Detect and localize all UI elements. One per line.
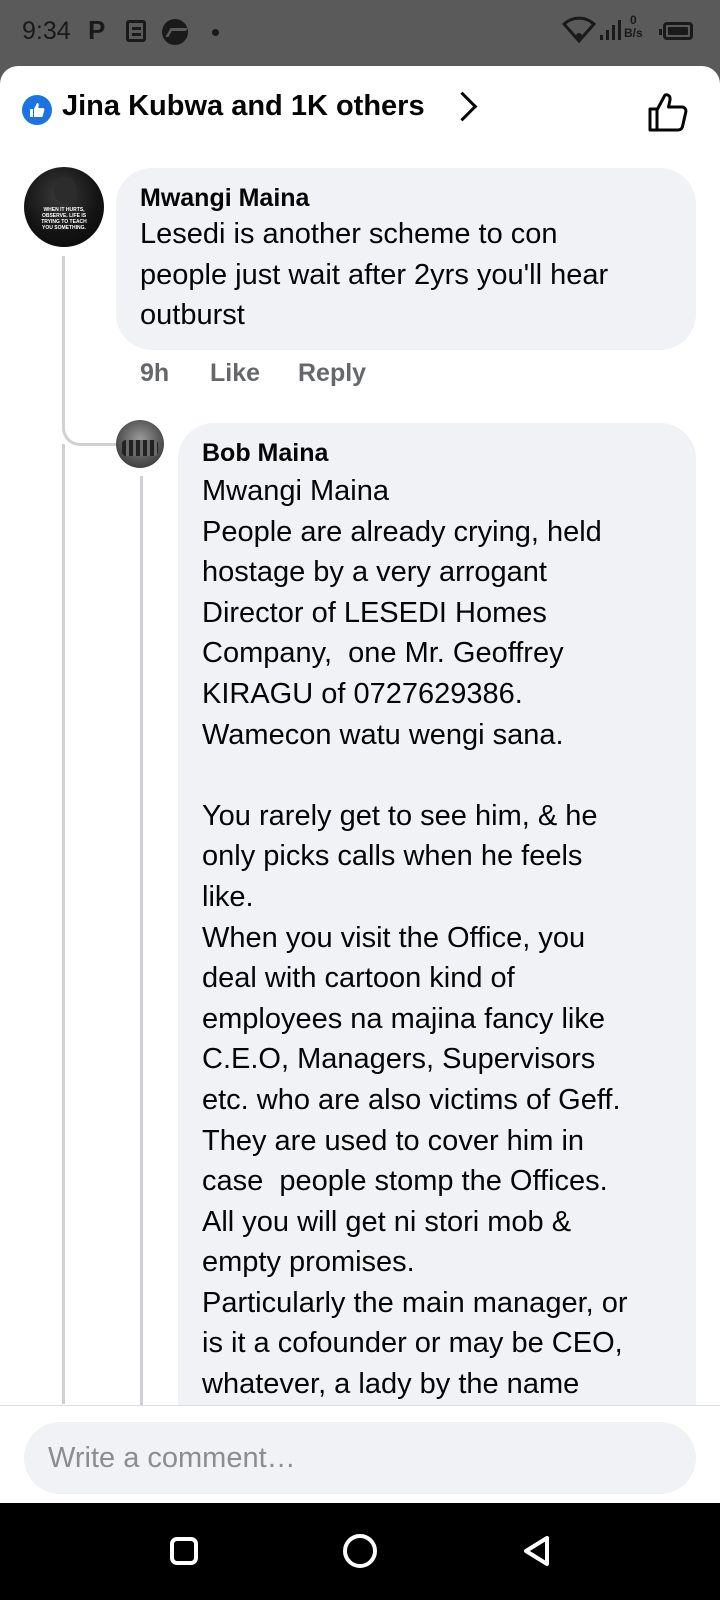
network-speed-value: 0 <box>630 13 637 27</box>
reply-connector <box>62 406 122 446</box>
reply-comment-button[interactable]: Reply <box>298 359 366 388</box>
more-notifications-dot-icon <box>212 29 219 36</box>
reactions-header[interactable]: Jina Kubwa and 1K others <box>0 66 720 158</box>
network-speed-unit: B/s <box>624 26 643 40</box>
news-icon <box>126 20 146 42</box>
messenger-icon <box>162 19 188 45</box>
thread-connector-continued <box>62 444 65 1404</box>
reply-bubble[interactable]: Bob Maina Mwangi Maina People are alread… <box>178 423 696 1503</box>
parking-app-icon: P <box>88 15 106 45</box>
like-comment-button[interactable]: Like <box>210 359 260 388</box>
back-button[interactable] <box>520 1534 552 1568</box>
avatar-bob-maina[interactable] <box>116 420 164 468</box>
write-comment-input[interactable] <box>24 1422 696 1494</box>
like-reaction-icon <box>22 95 52 125</box>
battery-icon <box>659 22 693 40</box>
signal-icon <box>600 20 621 40</box>
comment-bubble[interactable]: Mwangi Maina Lesedi is another scheme to… <box>116 168 696 350</box>
avatar-mwangi-maina[interactable]: WHEN IT HURTS, OBSERVE. LIFE IS TRYING T… <box>24 167 104 247</box>
network-speed: 0 B/s <box>624 14 643 40</box>
chevron-right-icon[interactable] <box>447 91 478 122</box>
reply-text: Mwangi Maina People are already crying, … <box>202 475 628 1401</box>
navigation-bar <box>0 1503 720 1600</box>
lion-image <box>54 177 76 203</box>
comment-text: Lesedi is another scheme to con people j… <box>140 218 609 332</box>
wifi-icon <box>562 16 596 43</box>
comment-composer <box>0 1405 720 1503</box>
reactions-summary[interactable]: Jina Kubwa and 1K others <box>62 90 425 123</box>
comments-sheet: Jina Kubwa and 1K others WHEN IT HURTS, … <box>0 66 720 1503</box>
status-bar: 9:34 P 0 B/s <box>0 0 720 66</box>
home-button[interactable] <box>343 1534 377 1568</box>
status-time: 9:34 <box>22 17 71 45</box>
thread-connector <box>62 256 65 408</box>
comment-author[interactable]: Mwangi Maina <box>140 184 309 213</box>
avatar-caption: WHEN IT HURTS, OBSERVE. LIFE IS TRYING T… <box>41 207 87 231</box>
reply-thread-connector <box>140 476 143 1406</box>
reply-author[interactable]: Bob Maina <box>202 439 328 468</box>
comment-timestamp[interactable]: 9h <box>140 359 169 388</box>
crowd-photo <box>122 440 158 456</box>
recent-apps-button[interactable] <box>170 1537 198 1565</box>
like-post-button[interactable] <box>646 90 690 134</box>
